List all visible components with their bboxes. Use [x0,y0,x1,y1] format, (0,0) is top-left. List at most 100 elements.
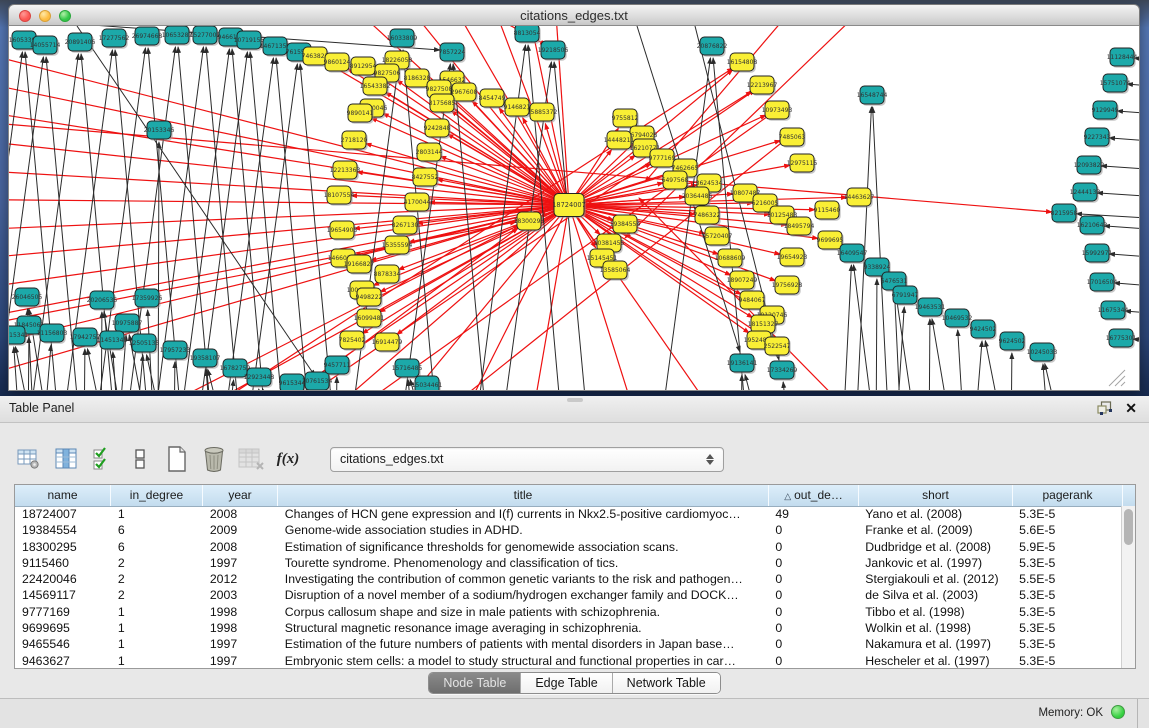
table-cell[interactable]: 1 [111,604,203,620]
table-cell[interactable]: 1997 [203,555,278,571]
table-cell[interactable]: 5.3E-5 [1012,620,1122,636]
graph-node[interactable] [663,171,687,189]
table-cell[interactable]: 5.3E-5 [1012,636,1122,652]
graph-node[interactable] [163,341,187,359]
graph-node[interactable] [327,186,351,204]
delete-rows-icon[interactable] [201,445,227,473]
table-cell[interactable]: 18724007 [15,506,111,522]
table-cell[interactable]: 19384554 [15,522,111,538]
graph-node[interactable] [348,104,372,122]
graph-node[interactable] [1080,216,1104,234]
table-cell[interactable]: 2008 [203,506,278,522]
table-cell[interactable]: Yano et al. (2008) [858,506,1012,522]
table-cell[interactable]: 1997 [203,653,278,668]
graph-node[interactable] [815,201,839,219]
graph-node[interactable] [705,227,729,245]
graph-canvas[interactable]: 1605339114055714208914061727756226974668… [8,26,1140,391]
graph-node[interactable] [68,33,92,51]
graph-node[interactable] [1093,101,1117,119]
network-view[interactable]: 1605339114055714208914061727756226974668… [9,26,1139,390]
table-cell[interactable]: 49 [768,506,858,522]
graph-node[interactable] [263,37,287,55]
panel-drag-handle[interactable] [567,398,583,402]
table-cell[interactable]: 1997 [203,636,278,652]
graph-node[interactable] [395,359,419,377]
table-cell[interactable]: 5.3E-5 [1012,506,1122,522]
graph-node[interactable] [1073,183,1097,201]
table-cell[interactable]: 0 [768,522,858,538]
table-cell[interactable]: Estimation of significance thresholds fo… [278,539,769,555]
graph-node[interactable] [147,121,171,139]
graph-node[interactable] [415,376,439,390]
table-cell[interactable]: Wolkin et al. (1998) [858,620,1012,636]
table-cell[interactable]: 1998 [203,620,278,636]
graph-node[interactable] [517,212,541,230]
table-cell[interactable]: Dudbridge et al. (2008) [858,539,1012,555]
graph-node[interactable] [12,31,36,49]
graph-node[interactable] [193,349,217,367]
graph-node[interactable] [452,83,476,101]
table-cell[interactable]: 9463627 [15,653,111,668]
table-cell[interactable]: Embryonic stem cells: a model to study s… [278,653,769,668]
row-check-icon[interactable] [90,445,116,473]
table-cell[interactable]: 6 [111,522,203,538]
table-cell[interactable]: 2012 [203,571,278,587]
graph-node[interactable] [751,315,775,333]
graph-node-hub[interactable] [554,194,584,217]
tab-node-table[interactable]: Node Table [429,673,521,693]
graph-node[interactable] [1052,204,1076,222]
table-cell[interactable]: 1 [111,620,203,636]
graph-node[interactable] [780,128,804,146]
graph-node[interactable] [765,337,789,355]
graph-node[interactable] [765,101,789,119]
graph-node[interactable] [357,309,381,327]
table-selector-dropdown[interactable]: citations_edges.txt [330,447,724,472]
table-cell[interactable]: 2 [111,587,203,603]
table-cell[interactable]: 0 [768,636,858,652]
graph-node[interactable] [357,288,381,306]
graph-node[interactable] [1103,74,1127,92]
table-cell[interactable]: 0 [768,604,858,620]
function-builder-icon[interactable]: f(x) [275,445,301,473]
graph-node[interactable] [15,288,39,306]
table-cell[interactable]: Franke et al. (2009) [858,522,1012,538]
panel-split-icon[interactable] [127,445,153,473]
graph-node[interactable] [90,291,114,309]
graph-node[interactable] [718,249,742,267]
delete-table-icon[interactable] [238,445,264,473]
table-cell[interactable]: 22420046 [15,571,111,587]
graph-node[interactable] [363,77,387,95]
scrollbar-thumb[interactable] [1124,509,1133,545]
graph-node[interactable] [342,131,366,149]
graph-node[interactable] [102,29,126,47]
graph-node[interactable] [730,53,754,71]
table-row[interactable]: 911546021997Tourette syndrome. Phenomeno… [15,555,1122,571]
table-cell[interactable]: 1 [111,653,203,668]
graph-node[interactable] [505,98,529,116]
table-row[interactable]: 1456911722003Disruption of a novel membe… [15,587,1122,603]
graph-node[interactable] [333,161,357,179]
graph-node[interactable] [223,359,247,377]
table-cell[interactable]: 2 [111,555,203,571]
graph-node[interactable] [33,36,57,54]
table-cell[interactable]: 9777169 [15,604,111,620]
graph-node[interactable] [840,244,864,262]
graph-node[interactable] [480,89,504,107]
table-cell[interactable]: 5.3E-5 [1012,604,1122,620]
graph-node[interactable] [787,217,811,235]
graph-node[interactable] [730,354,754,372]
column-header-name[interactable]: name [15,485,111,506]
graph-node[interactable] [100,331,124,349]
table-cell[interactable]: 5.3E-5 [1012,555,1122,571]
table-cell[interactable]: Changes of HCN gene expression and I(f) … [278,506,769,522]
tab-edge-table[interactable]: Edge Table [521,673,612,693]
graph-node[interactable] [351,57,375,75]
column-header-in_degree[interactable]: in_degree [111,485,203,506]
table-cell[interactable]: 5.9E-5 [1012,539,1122,555]
float-panel-icon[interactable] [1097,401,1112,415]
graph-node[interactable] [740,291,764,309]
graph-node[interactable] [1000,332,1024,350]
graph-node[interactable] [1077,156,1101,174]
graph-node[interactable] [425,119,449,137]
graph-node[interactable] [325,356,349,374]
